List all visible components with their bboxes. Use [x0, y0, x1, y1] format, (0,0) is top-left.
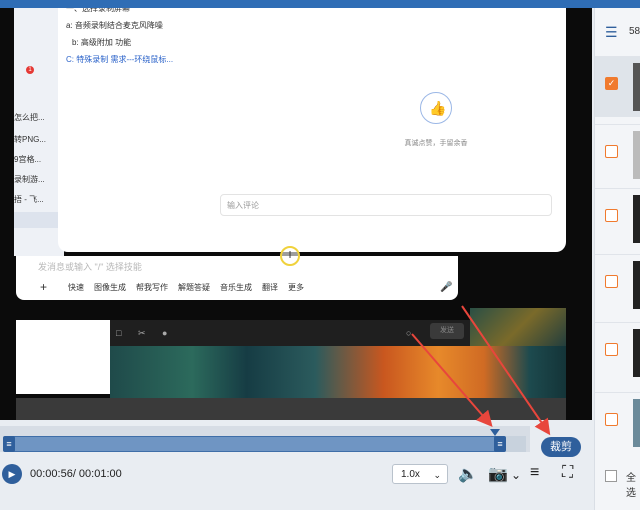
folder-icon: □ — [116, 328, 122, 338]
chat-box: 发消息或输入 "/" 选择技能 + 快速 图像生成 帮我写作 解题答疑 音乐生成… — [16, 256, 458, 300]
painting-strip — [110, 346, 566, 398]
list-item[interactable] — [595, 322, 640, 383]
sidebar-item: 怎么把... — [14, 113, 45, 122]
speed-value: 1.0x — [401, 469, 420, 480]
sidebar-item: 捂 - 飞... — [14, 195, 44, 204]
trim-start-handle[interactable]: ≡ — [3, 436, 15, 452]
recording-count: 58 — [629, 26, 640, 37]
list-item[interactable] — [595, 392, 640, 453]
time-display: 00:00:56/ 00:01:00 — [30, 468, 122, 480]
select-all-label: 全选 — [626, 473, 636, 499]
chevron-down-icon: ⌄ — [433, 470, 441, 480]
recording-thumbnail — [633, 131, 640, 179]
chevron-down-icon[interactable]: ⌄ — [511, 468, 521, 482]
sidebar-item: 录制游... — [14, 175, 45, 184]
tool-quick: 快速 — [68, 283, 84, 292]
row-checkbox[interactable] — [605, 275, 618, 288]
scissors-icon: ✂ — [138, 328, 146, 338]
list-item[interactable] — [595, 124, 640, 185]
row-checkbox[interactable] — [605, 343, 618, 356]
recording-list-panel: ☰ 58 ✓ 全选 — [594, 8, 640, 510]
white-panel — [16, 320, 110, 394]
recording-thumbnail — [633, 195, 640, 243]
sidebar-selected-row — [14, 212, 60, 228]
recorded-page: 一、选择录制屏幕 a: 音频录制结合麦克风降噪 b: 高级附加 功能 C: 特殊… — [58, 8, 566, 252]
tool-solve: 解题答疑 — [178, 283, 210, 292]
tool-image: 图像生成 — [94, 283, 126, 292]
mic-icon: 🎤 — [440, 282, 453, 293]
select-all-checkbox[interactable] — [605, 470, 617, 482]
mic-small-icon: ● — [162, 328, 168, 338]
trim-range[interactable] — [8, 436, 500, 452]
speed-select[interactable]: 1.0x ⌄ — [392, 464, 448, 484]
painting-corner — [470, 308, 566, 350]
list-item[interactable] — [595, 188, 640, 249]
recording-thumbnail — [633, 399, 640, 447]
recording-thumbnail — [633, 329, 640, 377]
top-bar — [0, 0, 640, 8]
row-checkbox[interactable] — [605, 209, 618, 222]
cursor-highlight-icon: I — [280, 246, 300, 266]
cut-button[interactable]: 裁剪 — [541, 437, 581, 457]
align-icon[interactable]: ≡ — [530, 464, 539, 482]
bottom-strip — [16, 398, 566, 420]
camera-icon[interactable]: 📷 — [488, 464, 508, 484]
doc-line: b: 高级附加 功能 — [72, 38, 132, 47]
counter-icon: ○ — [406, 328, 412, 338]
recorded-sidebar: 怎么把... 转PNG... 9宫格... 录制游... 捂 - 飞... — [14, 8, 64, 256]
play-icon[interactable]: ▶ — [2, 464, 22, 484]
video-preview[interactable]: 怎么把... 转PNG... 9宫格... 录制游... 捂 - 飞... 1 … — [0, 8, 592, 420]
volume-icon[interactable]: 🔈 — [458, 464, 478, 484]
chat-tools: 快速 图像生成 帮我写作 解题答疑 音乐生成 翻译 更多 — [68, 282, 304, 293]
sidebar-item: 转PNG... — [14, 135, 47, 144]
chat-placeholder: 发消息或输入 "/" 选择技能 — [38, 262, 142, 272]
row-checkbox[interactable]: ✓ — [605, 77, 618, 90]
like-icon: 👍 — [420, 92, 452, 124]
doc-line: 一、选择录制屏幕 — [66, 8, 130, 13]
recording-thumbnail — [633, 63, 640, 111]
tool-translate: 翻译 — [262, 283, 278, 292]
send-button: 发送 — [430, 323, 464, 339]
list-item[interactable] — [595, 254, 640, 315]
tool-music: 音乐生成 — [220, 283, 252, 292]
row-checkbox[interactable] — [605, 413, 618, 426]
praise-text: 真诚点赞，手留余香 — [404, 140, 468, 147]
tool-write: 帮我写作 — [136, 283, 168, 292]
row-checkbox[interactable] — [605, 145, 618, 158]
tool-more: 更多 — [288, 283, 304, 292]
playhead-marker[interactable] — [490, 429, 500, 436]
doc-line: a: 音频录制结合麦克风降噪 — [66, 21, 163, 30]
doc-line-link: C: 特殊录制 需求---环绕鼠标... — [66, 55, 174, 64]
notification-badge: 1 — [26, 66, 34, 74]
doc-list: 一、选择录制屏幕 a: 音频录制结合麦克风降噪 b: 高级附加 功能 C: 特殊… — [66, 8, 173, 68]
recording-thumbnail — [633, 261, 640, 309]
sidebar-item: 9宫格... — [14, 155, 42, 164]
trim-end-handle[interactable]: ≡ — [494, 436, 506, 452]
list-icon[interactable]: ☰ — [605, 24, 618, 41]
list-item[interactable]: ✓ — [595, 56, 640, 117]
plus-icon: + — [40, 280, 48, 294]
fullscreen-icon[interactable]: ⛶ — [562, 464, 573, 482]
comment-input: 输入评论 — [220, 194, 552, 216]
